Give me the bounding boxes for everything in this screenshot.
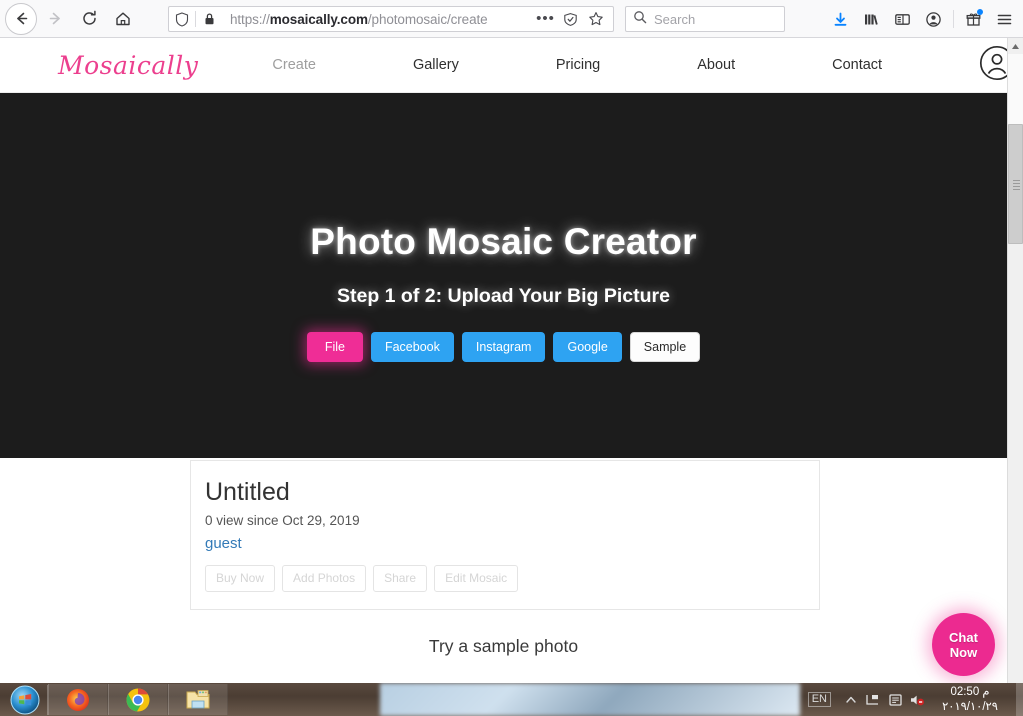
address-bar[interactable]: https://mosaically.com/photomosaic/creat… (168, 6, 614, 32)
gift-icon[interactable] (958, 4, 989, 34)
windows-start-orb-icon[interactable] (3, 684, 47, 715)
reader-view-icon[interactable] (558, 12, 583, 27)
browser-toolbar: https://mosaically.com/photomosaic/creat… (0, 0, 1023, 38)
nav-item-contact[interactable]: Contact (832, 57, 882, 73)
page-title: Photo Mosaic Creator (310, 221, 696, 263)
library-icon[interactable] (856, 4, 887, 34)
chrome-taskbar-icon[interactable] (108, 684, 168, 715)
file-explorer-taskbar-icon[interactable] (168, 684, 228, 715)
urlbar-actions: ••• (533, 11, 613, 27)
firefox-taskbar-icon[interactable] (48, 684, 108, 715)
url-host: mosaically.com (270, 12, 368, 27)
site-navigation: Mosaically Create Gallery Pricing About … (0, 38, 1007, 93)
nav-item-gallery[interactable]: Gallery (413, 57, 459, 73)
upload-facebook-button[interactable]: Facebook (371, 332, 454, 362)
step-subtitle: Step 1 of 2: Upload Your Big Picture (337, 285, 670, 308)
taskbar-clock[interactable]: 02:50 م ٢٠١٩/١٠/٢٩ (928, 685, 1016, 715)
user-account-icon[interactable] (979, 45, 1007, 86)
gift-badge-dot (977, 9, 983, 15)
nav-item-pricing[interactable]: Pricing (556, 57, 600, 73)
mosaic-card: Untitled 0 view since Oct 29, 2019 guest… (190, 460, 820, 610)
search-box[interactable]: Search (625, 6, 785, 32)
url-path: /photomosaic/create (368, 12, 488, 27)
toolbar-separator (953, 10, 954, 28)
chat-now-button[interactable]: Chat Now (932, 613, 995, 676)
nav-item-create[interactable]: Create (272, 57, 316, 73)
add-photos-button[interactable]: Add Photos (282, 565, 366, 592)
search-icon (633, 10, 647, 29)
mosaic-actions: Buy Now Add Photos Share Edit Mosaic (205, 565, 819, 592)
hero-section: Photo Mosaic Creator Step 1 of 2: Upload… (0, 93, 1007, 458)
url-prefix: https:// (230, 12, 270, 27)
page-actions-icon[interactable]: ••• (533, 14, 558, 24)
home-button[interactable] (107, 4, 139, 34)
chat-label-line2: Now (950, 645, 977, 660)
language-indicator[interactable]: EN (808, 692, 831, 707)
scrollbar-track-top[interactable] (1008, 54, 1023, 124)
upload-source-buttons: File Facebook Instagram Google Sample (307, 332, 700, 362)
reload-button[interactable] (73, 4, 105, 34)
url-text[interactable]: https://mosaically.com/photomosaic/creat… (222, 12, 533, 27)
share-button[interactable]: Share (373, 565, 427, 592)
clock-date: ٢٠١٩/١٠/٢٩ (928, 700, 1012, 715)
back-button[interactable] (5, 3, 37, 35)
system-tray: EN 02:50 م ٢٠١٩/١٠/٢٩ (808, 683, 1023, 716)
sidebar-icon[interactable] (887, 4, 918, 34)
upload-sample-button[interactable]: Sample (630, 332, 700, 362)
upload-google-button[interactable]: Google (553, 332, 621, 362)
scroll-up-arrow[interactable] (1008, 38, 1023, 54)
sample-heading: Try a sample photo (0, 636, 1007, 657)
mosaic-owner-link[interactable]: guest (205, 535, 819, 552)
mosaic-views-meta: 0 view since Oct 29, 2019 (205, 513, 819, 528)
lower-section: Untitled 0 view since Oct 29, 2019 guest… (0, 458, 1007, 683)
screen: https://mosaically.com/photomosaic/creat… (0, 0, 1023, 716)
site-logo[interactable]: Mosaically (58, 51, 198, 80)
windows-taskbar: EN 02:50 م ٢٠١٩/١٠/٢٩ (0, 683, 1023, 716)
mosaic-title[interactable]: Untitled (205, 477, 819, 507)
padlock-icon[interactable] (196, 12, 222, 26)
downloads-icon[interactable] (825, 4, 856, 34)
scrollbar-grip (1013, 180, 1020, 192)
hamburger-menu-icon[interactable] (989, 4, 1020, 34)
shield-icon[interactable] (169, 12, 195, 27)
star-bookmark-icon[interactable] (583, 11, 608, 27)
buy-now-button[interactable]: Buy Now (205, 565, 275, 592)
taskbar-background-photo (380, 683, 800, 716)
show-desktop-button[interactable] (1016, 683, 1023, 716)
page-scrollbar[interactable] (1007, 38, 1023, 683)
clock-time: 02:50 م (928, 685, 1012, 700)
forward-button[interactable] (39, 4, 71, 34)
nav-links: Create Gallery Pricing About Contact (272, 57, 979, 73)
navigation-buttons (0, 3, 140, 35)
edit-mosaic-button[interactable]: Edit Mosaic (434, 565, 518, 592)
scrollbar-thumb[interactable] (1008, 124, 1023, 244)
upload-instagram-button[interactable]: Instagram (462, 332, 546, 362)
volume-muted-icon[interactable] (906, 683, 928, 716)
toolbar-right-icons (825, 4, 1020, 34)
upload-file-button[interactable]: File (307, 332, 363, 362)
action-center-icon[interactable] (884, 683, 906, 716)
search-placeholder: Search (647, 12, 695, 27)
page-viewport: Mosaically Create Gallery Pricing About … (0, 38, 1007, 683)
network-icon[interactable] (862, 683, 884, 716)
chat-label-line1: Chat (949, 630, 978, 645)
nav-item-about[interactable]: About (697, 57, 735, 73)
account-toolbar-icon[interactable] (918, 4, 949, 34)
show-hidden-icons-icon[interactable] (840, 683, 862, 716)
